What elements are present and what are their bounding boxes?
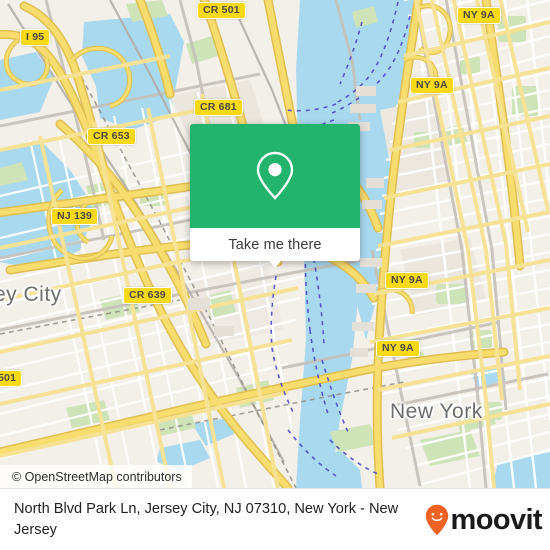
osm-attribution[interactable]: © OpenStreetMap contributors <box>0 465 192 488</box>
osm-attribution-label: © OpenStreetMap contributors <box>12 469 182 484</box>
take-me-there-label: Take me there <box>228 236 322 253</box>
road-shield: 501 <box>0 370 23 387</box>
road-shield: NY 9A <box>457 7 501 24</box>
address-text: North Blvd Park Ln, Jersey City, NJ 0731… <box>14 501 399 538</box>
location-popup-card[interactable]: Take me there <box>190 124 360 261</box>
road-shield: I 95 <box>20 29 51 46</box>
popup-pin-area <box>190 124 360 228</box>
map-screenshot: I 95 CR 501 NY 9A CR 681 CR 653 NY 9A NJ… <box>0 0 550 550</box>
map-canvas[interactable]: I 95 CR 501 NY 9A CR 681 CR 653 NY 9A NJ… <box>0 0 550 488</box>
road-shield: NY 9A <box>385 272 429 289</box>
moovit-logo[interactable]: moovit <box>425 504 543 536</box>
road-shield: CR 653 <box>87 128 136 145</box>
map-pin-icon <box>256 151 294 200</box>
moovit-smiley-pin-icon <box>425 504 448 536</box>
place-label-jersey-city: ey City <box>0 283 62 306</box>
road-shield: NY 9A <box>410 77 454 94</box>
footer-bar: North Blvd Park Ln, Jersey City, NJ 0731… <box>0 488 550 550</box>
popup-tail <box>266 257 284 268</box>
moovit-wordmark: moovit <box>450 504 543 536</box>
road-shield: CR 681 <box>194 99 243 116</box>
road-shield: CR 501 <box>197 2 246 19</box>
road-shield: NJ 139 <box>51 208 99 225</box>
road-shield: CR 639 <box>123 287 172 304</box>
place-label-new-york: New York <box>390 400 483 423</box>
footer-row: North Blvd Park Ln, Jersey City, NJ 0731… <box>0 489 550 550</box>
road-shield: NY 9A <box>376 340 420 357</box>
